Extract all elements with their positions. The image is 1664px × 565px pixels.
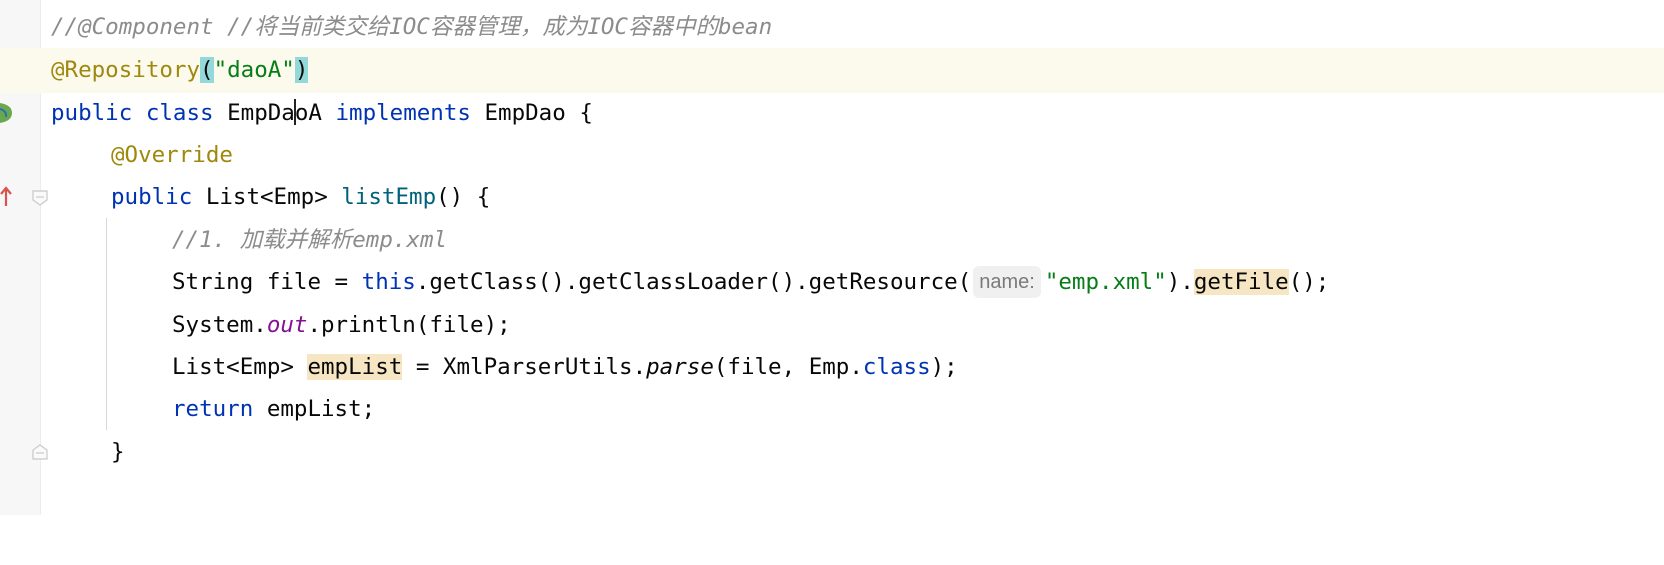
keyword: class — [862, 354, 931, 380]
string-literal: "emp.xml" — [1044, 269, 1167, 295]
string-literal: "daoA" — [213, 57, 295, 83]
code-line-8[interactable]: System.out.println(file); — [0, 303, 1664, 348]
paren-close: ) — [294, 57, 309, 83]
highlighted-variable: empList — [307, 354, 403, 380]
static-field: out — [266, 312, 308, 338]
highlighted-method: getFile — [1193, 269, 1289, 295]
code-line-3[interactable]: public class EmpDaoA implements EmpDao { — [0, 91, 1664, 136]
keyword: this — [361, 269, 416, 295]
code-text: EmpDao { — [470, 100, 593, 126]
code-text: ). — [1166, 269, 1194, 295]
code-text: .getClass().getClassLoader().getResource… — [415, 269, 972, 295]
code-text: System. — [172, 312, 267, 338]
keyword: public — [111, 184, 206, 210]
code-text: (file, Emp. — [713, 354, 863, 380]
code-text: () { — [436, 184, 491, 210]
code-line-10[interactable]: return empList; — [0, 387, 1664, 432]
static-method: parse — [646, 354, 714, 380]
code-line-9[interactable]: List<Emp> empList = XmlParserUtils.parse… — [0, 345, 1664, 390]
paren-open: ( — [200, 57, 214, 83]
code-text: = XmlParserUtils. — [402, 354, 647, 380]
code-line-6[interactable]: //1. 加载并解析emp.xml — [0, 218, 1664, 263]
code-line-4[interactable]: @Override — [0, 133, 1664, 178]
parameter-hint: name: — [973, 266, 1041, 298]
code-text: ); — [930, 354, 958, 380]
code-editor[interactable]: //@Component //将当前类交给IOC容器管理，成为IOC容器中的be… — [0, 0, 1664, 515]
comment: //1. 加载并解析emp.xml — [172, 227, 448, 253]
code-line-7[interactable]: String file = this.getClass().getClassLo… — [0, 260, 1664, 305]
code-line-2[interactable]: @Repository("daoA") — [0, 48, 1664, 93]
code-line-1[interactable]: //@Component //将当前类交给IOC容器管理，成为IOC容器中的be… — [0, 5, 1664, 50]
comment: //@Component //将当前类交给IOC容器管理，成为IOC容器中的be… — [51, 14, 773, 40]
class-name-part: EmpDa — [227, 100, 295, 126]
annotation: @Override — [111, 142, 233, 168]
code-line-11[interactable]: } — [0, 430, 1664, 475]
class-name-part: oA — [294, 100, 336, 126]
code-text: String file = — [172, 269, 362, 295]
keyword: return — [172, 396, 254, 422]
code-text: List<Emp> — [172, 354, 308, 380]
keyword: implements — [335, 100, 471, 126]
code-text: .println(file); — [307, 312, 511, 338]
method-name: listEmp — [341, 184, 437, 210]
keyword: public class — [51, 100, 228, 126]
code-text: (); — [1288, 269, 1330, 295]
annotation: @Repository — [51, 57, 201, 83]
closing-brace: } — [111, 439, 125, 465]
code-text: empList; — [253, 396, 376, 422]
code-line-5[interactable]: public List<Emp> listEmp() { — [0, 175, 1664, 220]
type-name: List<Emp> — [205, 184, 342, 210]
